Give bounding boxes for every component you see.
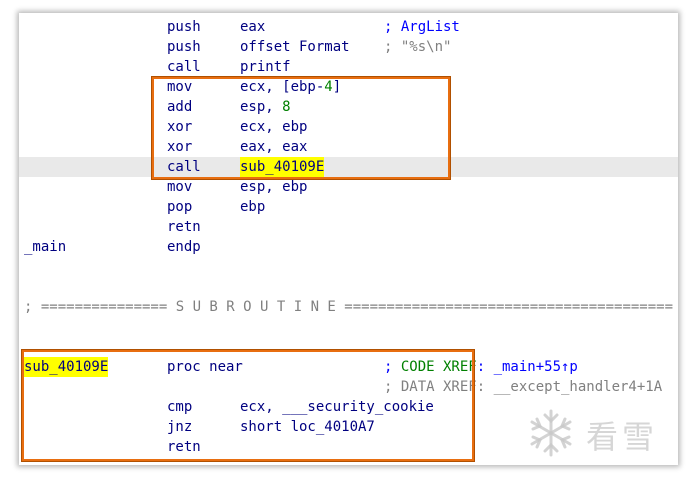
mnemonic: mov xyxy=(167,179,193,195)
code-line[interactable]: pop ebp xyxy=(19,197,678,217)
comment-string: "%s\n" xyxy=(400,39,452,55)
mnemonic: call xyxy=(167,59,201,75)
comment: ; ArgList xyxy=(384,19,460,35)
xref-target: : _main+55↑p xyxy=(476,359,578,375)
mnemonic: endp xyxy=(167,239,201,255)
subroutine-separator: ; =============== S U B R O U T I N E ==… xyxy=(19,297,678,317)
watermark-text: 看雪 xyxy=(586,418,659,456)
operand[interactable]: eax xyxy=(240,17,265,37)
operand[interactable]: ebp xyxy=(240,197,265,217)
operand[interactable]: esp, ebp xyxy=(240,177,307,197)
operand[interactable]: printf xyxy=(240,57,291,77)
highlight-box-subroutine xyxy=(22,350,474,461)
separator-text: ; =============== S U B R O U T I N E ==… xyxy=(24,299,674,315)
function-label[interactable]: _main xyxy=(24,237,66,257)
disassembly-view[interactable]: push eax ; ArgList push offset Format ; … xyxy=(19,13,678,465)
code-line[interactable]: push eax ; ArgList xyxy=(19,17,678,37)
mnemonic: push xyxy=(167,39,201,55)
xref-target: : __except_handler4+1A xyxy=(476,379,663,395)
code-line[interactable]: push offset Format ; "%s\n" xyxy=(19,37,678,57)
mnemonic: pop xyxy=(167,199,193,215)
code-line[interactable]: mov esp, ebp xyxy=(19,177,678,197)
comment-marker: ; xyxy=(384,39,393,55)
code-line[interactable]: _main endp xyxy=(19,237,678,257)
code-line[interactable]: call printf xyxy=(19,57,678,77)
highlight-box-epilogue xyxy=(152,77,450,179)
comment: ; "%s\n" xyxy=(384,37,451,57)
mnemonic: push xyxy=(167,19,201,35)
mnemonic: retn xyxy=(167,219,201,235)
code-line[interactable]: retn xyxy=(19,217,678,237)
operand[interactable]: offset Format xyxy=(240,37,350,57)
watermark: 看雪 xyxy=(524,406,678,460)
snowflake-icon xyxy=(530,409,572,457)
